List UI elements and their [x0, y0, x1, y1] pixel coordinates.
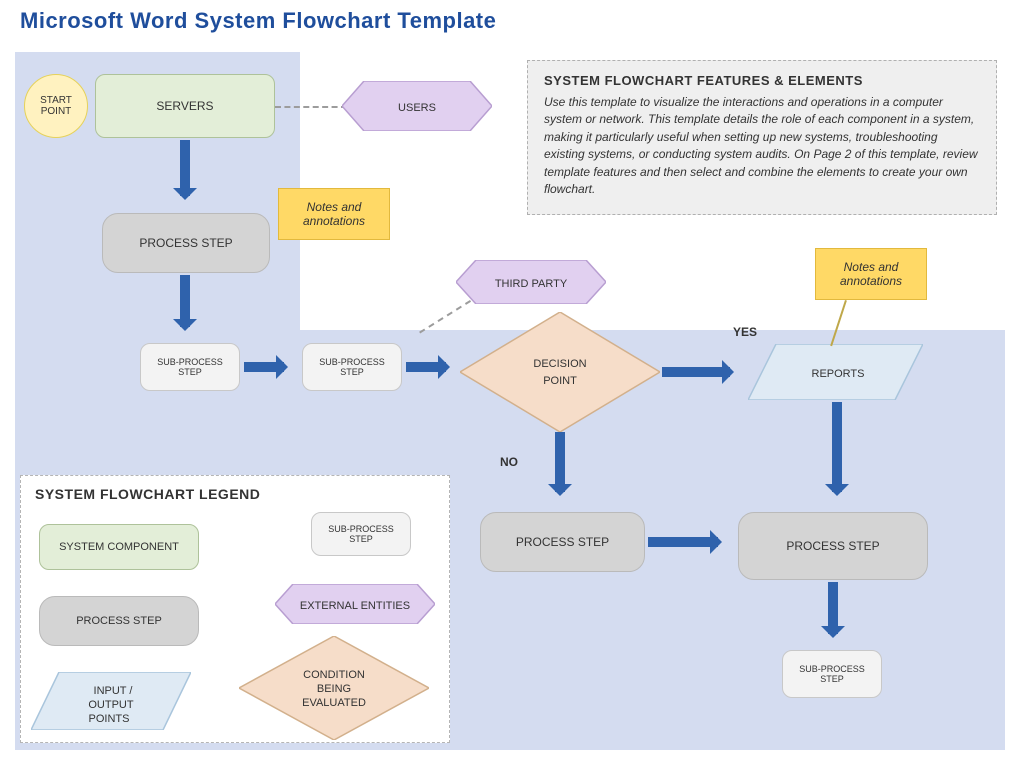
process-step-1-label: PROCESS STEP	[139, 236, 232, 250]
arrow-decision-down	[555, 432, 565, 492]
legend-condition-l2: BEING	[317, 683, 351, 695]
sub-process-1-label: SUB-PROCESS STEP	[145, 357, 235, 377]
decision-label-2: POINT	[543, 375, 577, 387]
reports-node: REPORTS	[748, 344, 923, 400]
sub-process-3: SUB-PROCESS STEP	[782, 650, 882, 698]
note-2-label: Notes and annotations	[820, 260, 922, 288]
arrow-reports-down	[832, 402, 842, 492]
legend-condition-l3: EVALUATED	[302, 697, 366, 709]
decision-label-1: DECISION	[533, 358, 586, 370]
legend-sub-process: SUB-PROCESS STEP	[311, 512, 411, 556]
arrow-servers-process	[180, 140, 190, 196]
decision-node: DECISION POINT	[460, 312, 660, 432]
no-label: NO	[500, 455, 518, 469]
sub-process-2-label: SUB-PROCESS STEP	[307, 357, 397, 377]
start-point: START POINT	[24, 74, 88, 138]
legend-system-component-label: SYSTEM COMPONENT	[59, 541, 179, 553]
note-1: Notes and annotations	[278, 188, 390, 240]
legend-system-component: SYSTEM COMPONENT	[39, 524, 199, 570]
legend-process-step: PROCESS STEP	[39, 596, 199, 646]
users-label: USERS	[398, 102, 436, 114]
arrow-sub1-sub2	[244, 362, 284, 372]
arrow-process-process	[648, 537, 718, 547]
process-step-left-label: PROCESS STEP	[516, 535, 609, 549]
start-point-label: START POINT	[25, 95, 87, 117]
legend-box: SYSTEM FLOWCHART LEGEND SYSTEM COMPONENT…	[20, 475, 450, 743]
servers-label: SERVERS	[156, 99, 213, 113]
legend-external-entities: EXTERNAL ENTITIES	[275, 584, 435, 624]
process-step-left: PROCESS STEP	[480, 512, 645, 572]
page-title: Microsoft Word System Flowchart Template	[20, 8, 496, 34]
note-1-label: Notes and annotations	[283, 200, 385, 228]
note-2: Notes and annotations	[815, 248, 927, 300]
connector-servers-users	[275, 106, 347, 108]
arrow-sub2-decision	[406, 362, 446, 372]
arrow-process-sub3	[828, 582, 838, 634]
features-title: SYSTEM FLOWCHART FEATURES & ELEMENTS	[544, 73, 980, 88]
yes-label: YES	[733, 325, 757, 339]
sub-process-2: SUB-PROCESS STEP	[302, 343, 402, 391]
third-party-label: THIRD PARTY	[495, 278, 568, 290]
process-step-right-label: PROCESS STEP	[786, 539, 879, 553]
process-step-1: PROCESS STEP	[102, 213, 270, 273]
legend-title: SYSTEM FLOWCHART LEGEND	[35, 486, 435, 502]
legend-process-step-label: PROCESS STEP	[76, 615, 162, 627]
legend-io-l2: OUTPUT	[88, 699, 134, 711]
reports-label: REPORTS	[812, 368, 865, 380]
legend-external-entities-label: EXTERNAL ENTITIES	[300, 600, 410, 612]
legend-condition-l1: CONDITION	[303, 669, 365, 681]
legend-io-l1: INPUT /	[94, 685, 134, 697]
users-node: USERS	[342, 81, 492, 131]
sub-process-1: SUB-PROCESS STEP	[140, 343, 240, 391]
sub-process-3-label: SUB-PROCESS STEP	[787, 664, 877, 684]
features-body: Use this template to visualize the inter…	[544, 94, 980, 198]
legend-condition: CONDITION BEING EVALUATED	[239, 636, 429, 740]
arrow-decision-reports	[662, 367, 730, 377]
features-box: SYSTEM FLOWCHART FEATURES & ELEMENTS Use…	[527, 60, 997, 215]
servers-node: SERVERS	[95, 74, 275, 138]
legend-io-points: INPUT / OUTPUT POINTS	[31, 672, 191, 730]
arrow-process-sub1	[180, 275, 190, 327]
process-step-right: PROCESS STEP	[738, 512, 928, 580]
third-party-node: THIRD PARTY	[456, 260, 606, 304]
legend-io-l3: POINTS	[89, 713, 130, 725]
legend-sub-process-label: SUB-PROCESS STEP	[316, 524, 406, 544]
